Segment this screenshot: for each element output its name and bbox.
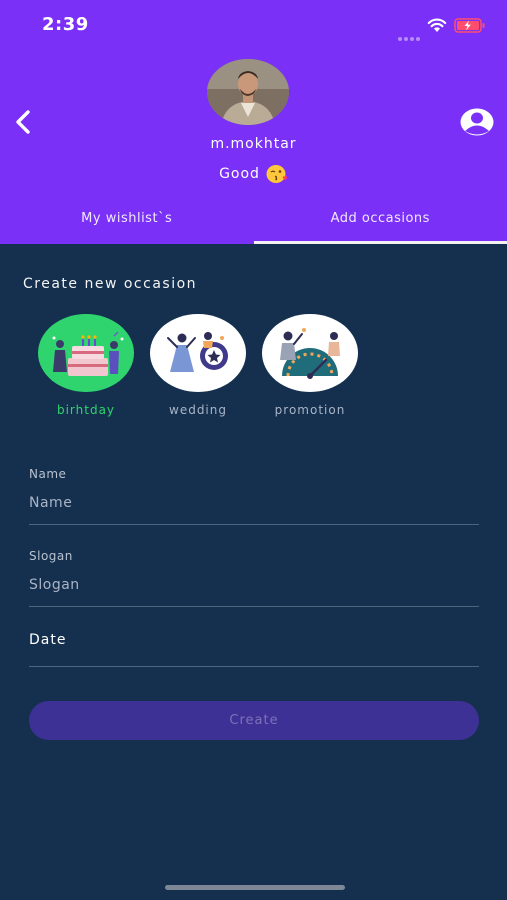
home-indicator[interactable]	[165, 885, 345, 890]
username: m.mokhtar	[210, 136, 297, 152]
wedding-icon	[167, 332, 228, 372]
date-picker[interactable]: Date	[29, 632, 479, 667]
chevron-left-icon	[16, 110, 30, 134]
back-button[interactable]	[10, 106, 36, 138]
slogan-field: Slogan	[29, 549, 479, 607]
occasion-label-promotion: promotion	[274, 403, 346, 417]
birthday-illustration	[38, 314, 134, 392]
status-time: 2:39	[42, 14, 89, 35]
section-title: Create new occasion	[23, 276, 198, 292]
occasion-label-birthday: birhtday	[56, 403, 116, 417]
promotion-gauge-icon	[280, 328, 340, 379]
status-text: Good	[219, 166, 260, 182]
date-label: Date	[29, 632, 67, 648]
occasion-birthday[interactable]: birhtday	[38, 314, 134, 417]
tab-bar: My wishlist`s Add occasions	[0, 200, 507, 244]
battery-charging-icon	[454, 18, 485, 33]
name-input[interactable]	[29, 491, 479, 515]
user-photo	[207, 59, 289, 125]
kiss-emoji-icon	[266, 165, 288, 183]
wifi-icon	[427, 18, 447, 32]
signal-icon	[398, 26, 422, 41]
name-label: Name	[29, 467, 67, 481]
occasion-wedding[interactable]: wedding	[150, 314, 246, 417]
occasion-label-wedding: wedding	[169, 403, 227, 417]
profile-button[interactable]	[459, 106, 495, 138]
create-button[interactable]: Create	[29, 701, 479, 740]
tab-add-occasions[interactable]: Add occasions	[253, 200, 507, 244]
user-status: Good	[0, 164, 507, 184]
tab-my-wishlists[interactable]: My wishlist`s	[0, 200, 254, 244]
wedding-illustration	[150, 314, 246, 392]
birthday-cake-icon	[52, 331, 124, 376]
avatar[interactable]	[207, 59, 289, 125]
promotion-illustration	[262, 314, 358, 392]
profile-header: 2:39 m.mokhtar Good My wishlist`s Add oc…	[0, 0, 507, 244]
user-circle-icon	[460, 108, 494, 136]
name-field: Name	[29, 467, 479, 525]
slogan-input[interactable]	[29, 573, 479, 597]
slogan-label: Slogan	[29, 549, 73, 563]
occasion-promotion[interactable]: promotion	[262, 314, 358, 417]
